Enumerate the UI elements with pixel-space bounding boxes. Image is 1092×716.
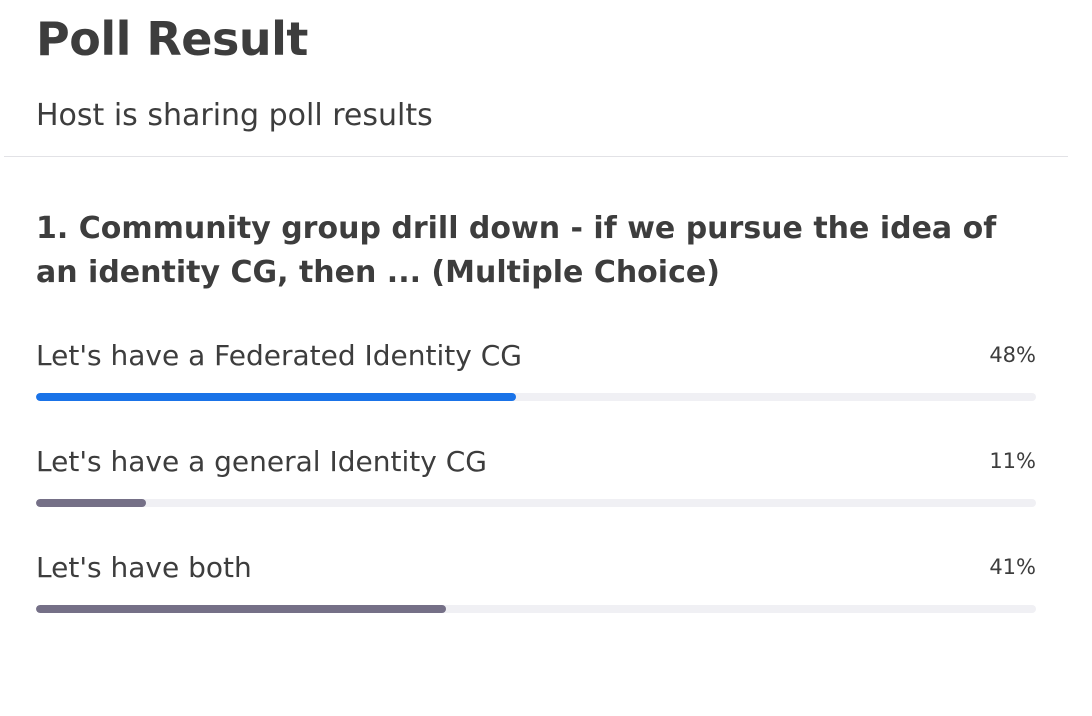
poll-option: Let's have a general Identity CG 11% <box>36 441 1036 507</box>
page-subtitle: Host is sharing poll results <box>36 98 433 133</box>
page-title: Poll Result <box>36 12 308 66</box>
poll-option-bar-track <box>36 605 1036 613</box>
poll-option-bar-track <box>36 499 1036 507</box>
poll-option-row: Let's have both 41% <box>36 547 1036 587</box>
poll-option-label: Let's have both <box>36 550 252 584</box>
poll-header: Poll Result Host is sharing poll results <box>0 0 1092 156</box>
poll-option-bar-fill <box>36 499 146 507</box>
poll-option-percent: 11% <box>989 449 1036 473</box>
poll-option-percent: 48% <box>989 343 1036 367</box>
poll-option-label: Let's have a general Identity CG <box>36 444 487 478</box>
poll-option: Let's have both 41% <box>36 547 1036 613</box>
poll-content: 1. Community group drill down - if we pu… <box>0 157 1092 613</box>
poll-option-row: Let's have a Federated Identity CG 48% <box>36 335 1036 375</box>
poll-option-bar-fill <box>36 393 516 401</box>
poll-option-label: Let's have a Federated Identity CG <box>36 338 522 372</box>
poll-question: 1. Community group drill down - if we pu… <box>36 211 997 290</box>
poll-option-bar-fill <box>36 605 446 613</box>
poll-option-row: Let's have a general Identity CG 11% <box>36 441 1036 481</box>
poll-option-bar-track <box>36 393 1036 401</box>
poll-option-percent: 41% <box>989 555 1036 579</box>
poll-option: Let's have a Federated Identity CG 48% <box>36 335 1036 401</box>
